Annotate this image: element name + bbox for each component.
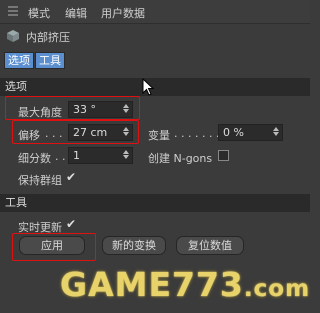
- section-options-header: 选项: [0, 78, 310, 96]
- section-tools-header: 工具: [0, 194, 310, 212]
- highlight-max-angle: [5, 96, 140, 120]
- grip-icon[interactable]: [8, 6, 18, 18]
- create-ngons-label: 创建 N-gons: [148, 152, 213, 165]
- watermark-main: GAME773: [60, 265, 244, 304]
- variance-label: 变量: [148, 129, 170, 142]
- preserve-groups-checkbox[interactable]: ✔: [66, 170, 76, 184]
- reset-values-button[interactable]: 复位数值: [176, 236, 244, 255]
- preserve-groups-label: 保持群组: [18, 174, 62, 187]
- realtime-update-checkbox[interactable]: ✔: [66, 217, 76, 231]
- menu-mode[interactable]: 模式: [28, 5, 50, 21]
- object-name: 内部挤压: [26, 31, 70, 44]
- watermark-logo: GAME773.com: [60, 265, 310, 313]
- highlight-apply: [12, 233, 96, 261]
- mouse-cursor-icon: [142, 78, 154, 96]
- watermark-suffix: .com: [243, 276, 311, 302]
- menu-user-data[interactable]: 用户数据: [101, 5, 145, 21]
- cube-icon: [7, 30, 19, 42]
- variance-value: 0 %: [223, 126, 244, 139]
- stepper-arrows-icon[interactable]: [273, 127, 279, 138]
- variance-dots: . . . . . . .: [174, 127, 220, 140]
- create-ngons-checkbox[interactable]: [218, 150, 229, 161]
- subdivision-label: 细分数: [18, 152, 51, 165]
- highlight-offset: [12, 120, 139, 144]
- subdivision-field[interactable]: 1: [68, 147, 133, 164]
- tab-tools[interactable]: 工具: [35, 52, 65, 69]
- object-header: 内部挤压: [0, 25, 310, 47]
- tab-options[interactable]: 选项: [4, 52, 34, 69]
- menu-edit[interactable]: 编辑: [65, 5, 87, 21]
- new-transform-button[interactable]: 新的变换: [102, 236, 166, 255]
- subdivision-dots: . .: [55, 150, 66, 163]
- subdivision-value: 1: [73, 149, 80, 162]
- stepper-arrows-icon[interactable]: [123, 150, 129, 161]
- menu-bar: 模式 编辑 用户数据: [0, 0, 310, 24]
- variance-field[interactable]: 0 %: [218, 124, 283, 141]
